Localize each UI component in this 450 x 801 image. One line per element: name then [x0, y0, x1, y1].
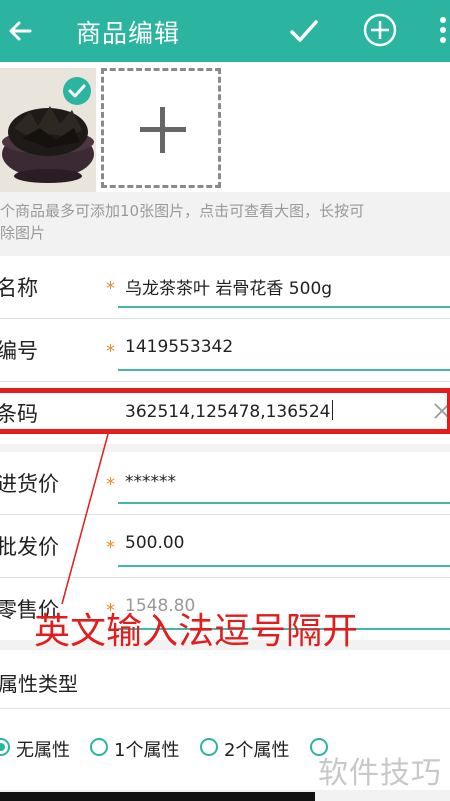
code-row: 编号 * 1419553342: [0, 319, 450, 381]
cost-price-row: 进货价 * ******: [0, 452, 450, 514]
wholesale-price-row: 批发价 * 500.00: [0, 515, 450, 577]
radio-icon: [200, 738, 218, 756]
save-check-icon[interactable]: [286, 13, 322, 49]
page-title: 商品编辑: [76, 19, 181, 48]
wholesale-price-label: 批发价: [0, 535, 59, 559]
add-circle-icon[interactable]: [362, 12, 398, 48]
code-input[interactable]: 1419553342: [125, 337, 233, 357]
back-arrow-icon[interactable]: [4, 14, 38, 48]
more-menu-icon[interactable]: [436, 12, 450, 48]
cost-price-input[interactable]: ******: [125, 472, 176, 492]
wholesale-price-input[interactable]: 500.00: [125, 533, 184, 553]
bottom-edge: [0, 792, 315, 801]
annotation-text: 英文输入法逗号隔开: [34, 611, 359, 652]
required-mark: *: [106, 341, 115, 362]
cost-price-label: 进货价: [0, 472, 59, 496]
highlight-box: [0, 388, 450, 434]
radio-icon: [90, 738, 108, 756]
add-photo-button[interactable]: [101, 68, 221, 188]
name-row: 名称 * 乌龙茶茶叶 岩骨花香 500g: [0, 256, 450, 318]
required-mark: *: [106, 474, 115, 495]
selected-check-icon: [63, 77, 91, 105]
name-label: 名称: [0, 276, 38, 300]
attribute-type-label: 属性类型: [0, 672, 78, 696]
photo-hint: 个商品最多可添加10张图片，点击可查看大图，长按可 除图片: [0, 202, 365, 242]
required-mark: *: [106, 537, 115, 558]
required-mark: *: [106, 278, 115, 299]
watermark: 软件技巧: [318, 756, 442, 791]
app-bar: 商品编辑: [0, 0, 450, 62]
name-input[interactable]: 乌龙茶茶叶 岩骨花香 500g: [125, 274, 332, 299]
code-label: 编号: [0, 339, 38, 363]
